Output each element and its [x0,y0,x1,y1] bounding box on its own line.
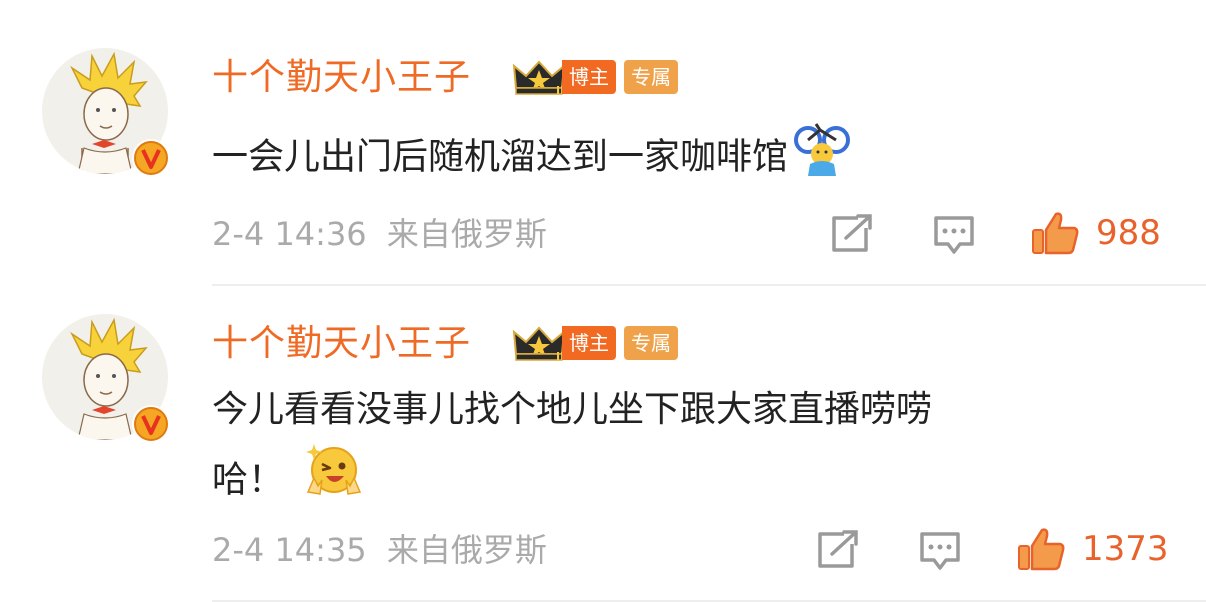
exclusive-badge: 专属 [624,326,678,360]
comment-line: 哈！ [212,459,285,501]
comment-meta: 2-4 14:36 来自俄罗斯 [212,214,547,254]
timestamp: 2-4 14:36 [212,215,367,253]
location: 来自俄罗斯 [386,531,547,569]
share-button[interactable] [830,214,874,254]
comment-icon [918,530,962,572]
comment-icon [932,214,976,256]
comment-item: 十个勤天小王子 II 博主 专属 今儿看看没事儿找个地儿坐下跟大家直播唠唠 哈！ [0,286,1206,602]
comment-item: 十个勤天小王子 II 博主 专属 一会儿出门后随机溜达到一家咖啡馆 2-4 14… [0,0,1206,285]
share-icon [830,214,874,254]
badge-group: II 博主 专属 [512,58,678,96]
comment-line: 今儿看看没事儿找个地儿坐下跟大家直播唠唠 [212,389,933,430]
reply-button[interactable] [918,530,962,572]
timestamp: 2-4 14:35 [212,531,367,569]
like-button[interactable]: 1373 [1016,526,1169,572]
location: 来自俄罗斯 [386,215,547,253]
username[interactable]: 十个勤天小王子 [212,322,471,366]
crown-icon: II [512,324,566,362]
like-count: 1373 [1082,529,1169,569]
cycling-person-emoji [792,120,852,197]
comment-line: 一会儿出门后随机溜达到一家咖啡馆 [212,136,789,178]
verified-icon [131,404,171,444]
like-count: 988 [1096,213,1161,253]
exclusive-badge: 专属 [624,60,678,94]
thumbs-up-icon [1016,526,1066,572]
verified-icon [131,138,171,178]
winking-victory-emoji [304,442,364,521]
username[interactable]: 十个勤天小王子 [212,56,471,100]
comment-meta: 2-4 14:35 来自俄罗斯 [212,530,547,570]
host-badge: 博主 [562,326,616,360]
reply-button[interactable] [932,214,976,256]
badge-group: II 博主 专属 [512,324,678,362]
comment-text: 一会儿出门后随机溜达到一家咖啡馆 [212,120,852,197]
host-badge: 博主 [562,60,616,94]
like-button[interactable]: 988 [1030,210,1161,256]
thumbs-up-icon [1030,210,1080,256]
share-icon [816,530,860,570]
share-button[interactable] [816,530,860,570]
crown-icon: II [512,58,566,96]
comment-text: 今儿看看没事儿找个地儿坐下跟大家直播唠唠 哈！ [212,378,932,521]
